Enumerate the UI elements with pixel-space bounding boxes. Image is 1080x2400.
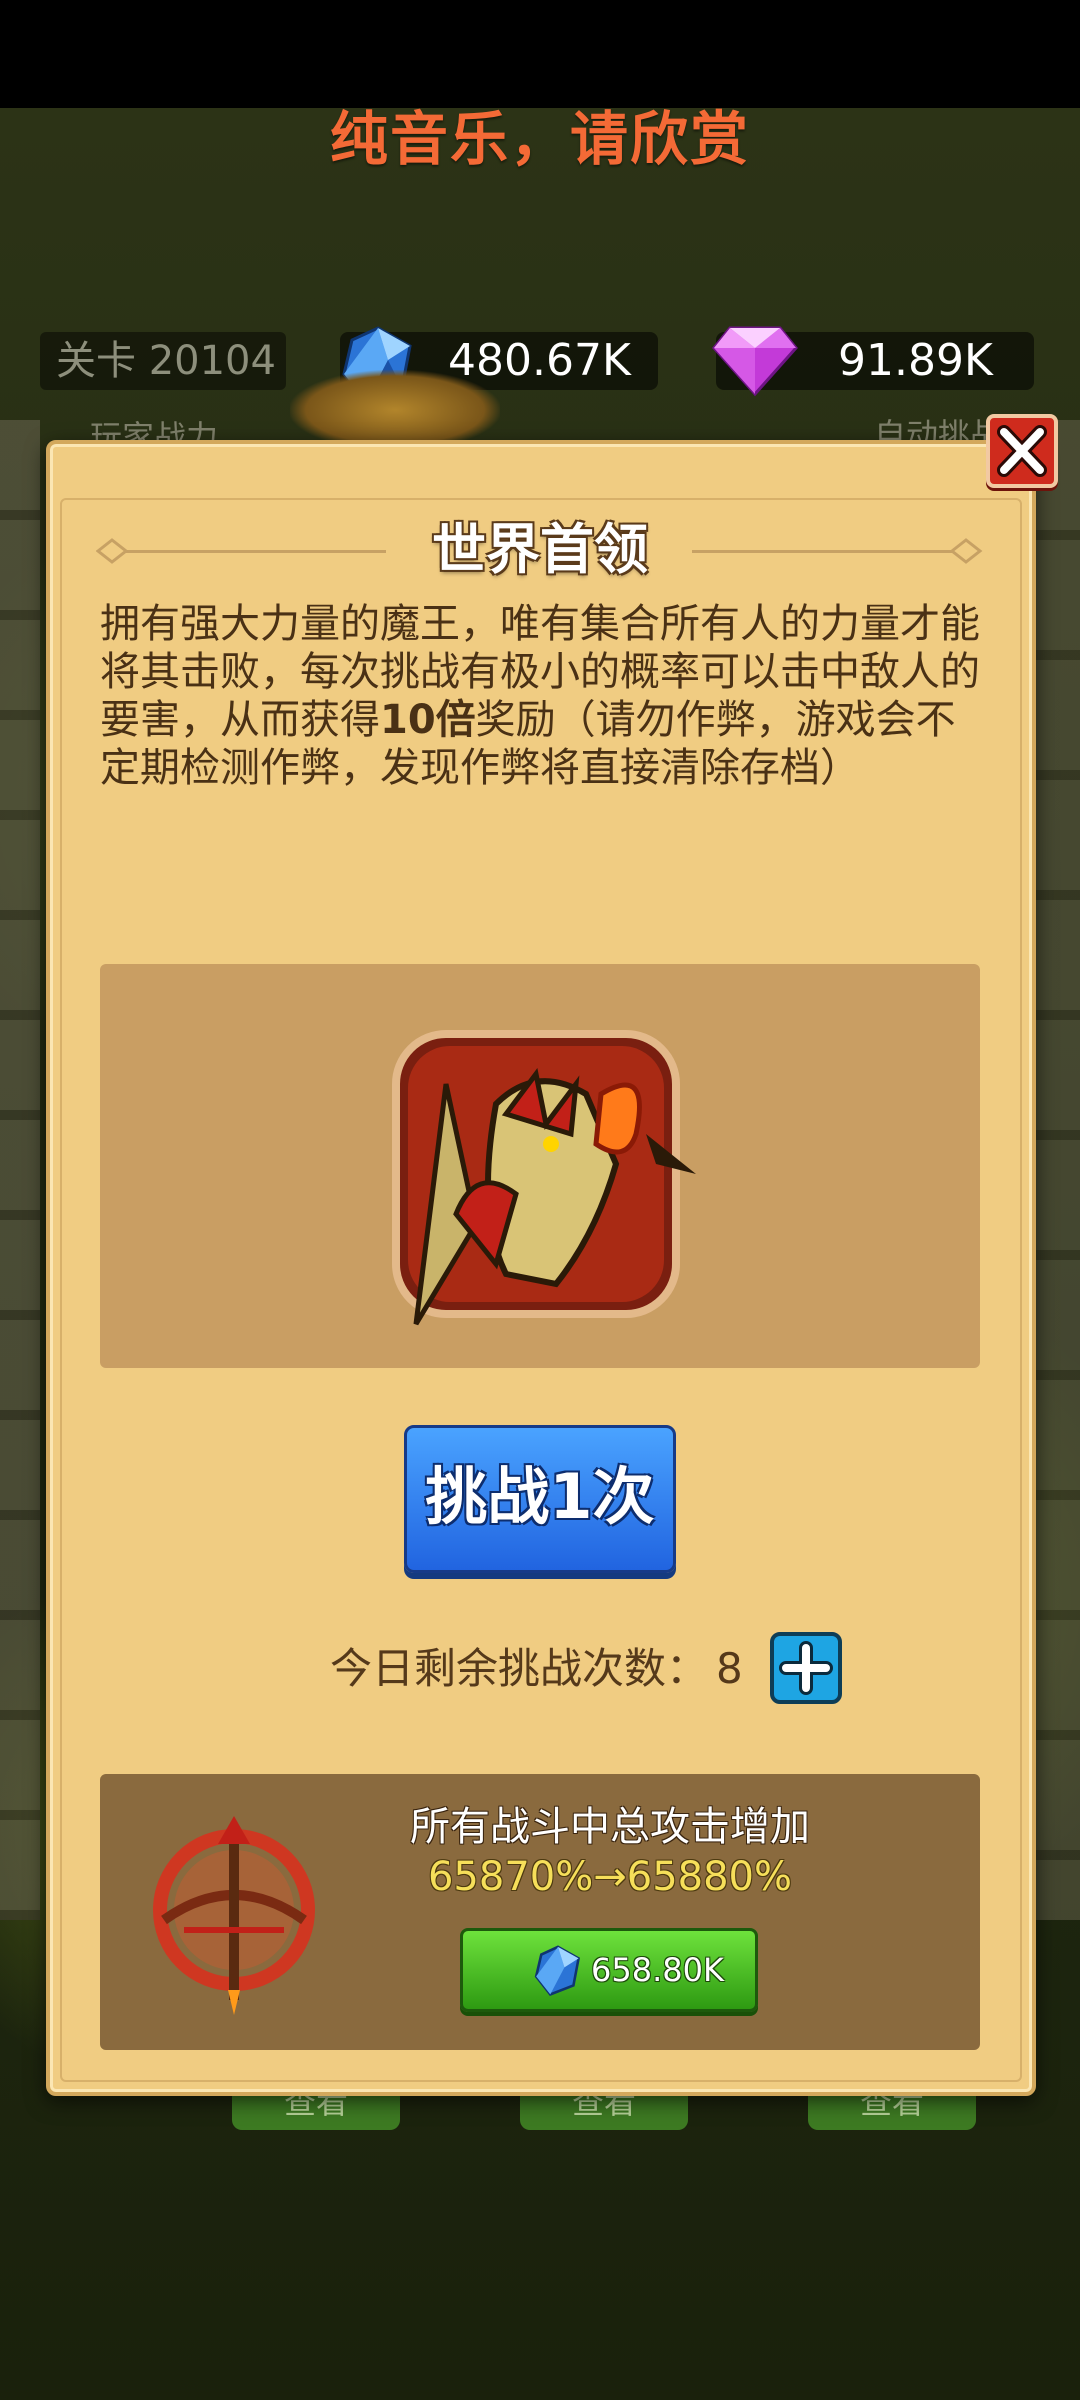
level-indicator: 关卡 20104 (40, 332, 286, 390)
add-challenges-button[interactable] (770, 1632, 842, 1704)
upgrade-value: 65870%→65880% (427, 1854, 793, 1900)
challenge-once-button[interactable]: 挑战1次 (404, 1425, 676, 1573)
remaining-challenges-row: 今日剩余挑战次数： 8 (0, 1634, 1080, 1714)
remaining-label: 今日剩余挑战次数： (330, 1644, 709, 1693)
remaining-count: 8 (716, 1644, 743, 1693)
upgrade-cost: 658.80K (591, 1951, 724, 1989)
coins-pile-decoration (290, 370, 500, 450)
close-button[interactable] (986, 414, 1058, 488)
description-highlight: 10倍 (380, 697, 476, 743)
gem-amount: 91.89K (838, 335, 993, 386)
music-notice: 纯音乐，请欣赏 (329, 105, 750, 173)
crossbow-icon (153, 1816, 315, 2015)
dialog-title: 世界首领 (432, 518, 648, 581)
upgrade-buy-button[interactable]: 658.80K (460, 1928, 758, 2012)
dialog-title-row: 世界首领 (0, 510, 1080, 590)
upgrade-title: 所有战斗中总攻击增加 (410, 1804, 810, 1850)
dragon-boss-portrait (392, 1030, 696, 1326)
plus-icon (779, 1641, 833, 1695)
boss-description: 拥有强大力量的魔王，唯有集合所有人的力量才能将其击败，每次挑战有极小的概率可以击… (100, 600, 980, 792)
purple-diamond-icon (712, 326, 798, 397)
blue-crystal-icon (534, 1945, 581, 1996)
close-icon (997, 425, 1047, 477)
